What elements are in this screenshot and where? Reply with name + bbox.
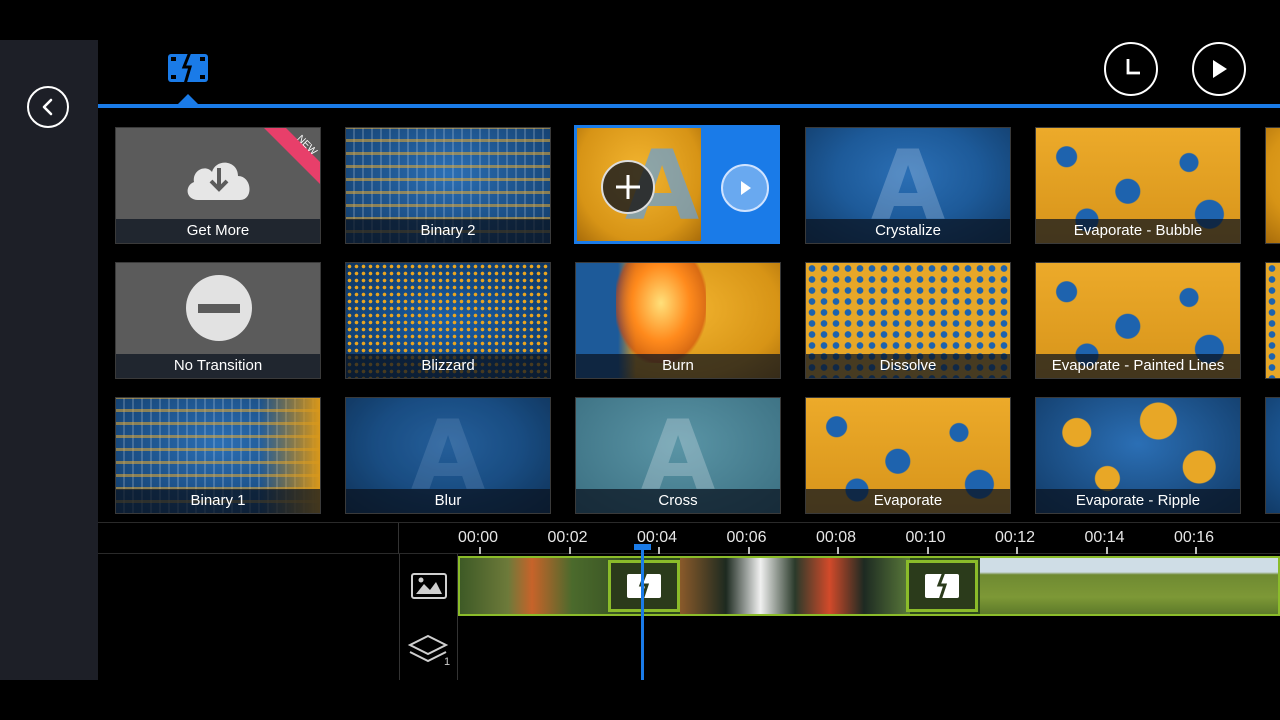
ruler-tick-label: 00:16 (1174, 529, 1215, 546)
clock-icon (1126, 59, 1140, 75)
play-icon (741, 181, 751, 195)
transitions-icon (627, 571, 661, 601)
timeline-ruler[interactable]: 00:00 00:02 00:04 00:06 00:08 00:10 00:12 00:14… (98, 522, 1280, 555)
transitions-icon (168, 51, 208, 85)
tile-label: Blur (346, 489, 550, 513)
transition-marker[interactable] (608, 560, 680, 612)
back-button[interactable] (27, 86, 69, 128)
tile-label: Evaporate - Painted Lines (1036, 354, 1240, 378)
tile-label: No Transition (116, 354, 320, 378)
transition-tile-dissolve[interactable]: Dissolve (805, 262, 1011, 379)
tile-label: Cross (576, 489, 780, 513)
transition-tile-partial[interactable] (1265, 262, 1280, 379)
back-icon (42, 98, 53, 116)
transition-tile-evaporate-painted-lines[interactable]: Evaporate - Painted Lines (1035, 262, 1241, 379)
tile-label: Evaporate (806, 489, 1010, 513)
tab-transitions[interactable] (164, 46, 212, 90)
playhead[interactable] (641, 546, 644, 680)
transition-tile-binary-2[interactable]: Binary 2 (345, 127, 551, 244)
tile-label: Crystalize (806, 219, 1010, 243)
transition-tile-blur[interactable]: A Blur (345, 397, 551, 514)
cloud-download-icon (187, 162, 250, 200)
transition-tile-selected[interactable]: A (574, 125, 780, 244)
preview-transition-button[interactable] (721, 164, 769, 212)
tile-thumbnail (1266, 128, 1280, 243)
video-clip-2[interactable] (680, 558, 910, 614)
tile-label: Get More (116, 219, 320, 243)
track-headers: 1 (399, 554, 458, 680)
ruler-tick-label: 00:00 (458, 529, 499, 546)
transition-tile-evaporate-ripple[interactable]: Evaporate - Ripple (1035, 397, 1241, 514)
transition-tile-binary-1[interactable]: Binary 1 (115, 397, 321, 514)
ruler-tick-label: 00:14 (1084, 529, 1125, 546)
ruler-tick-label: 00:02 (547, 529, 588, 546)
transition-tile-crystalize[interactable]: A Crystalize (805, 127, 1011, 244)
transition-tile-partial[interactable] (1265, 127, 1280, 244)
play-button[interactable] (1192, 42, 1246, 96)
no-transition-icon (186, 275, 252, 341)
tile-thumbnail (1266, 398, 1280, 513)
video-track[interactable] (458, 556, 1280, 616)
transitions-icon (925, 571, 959, 601)
ruler-tick-label: 00:10 (905, 529, 946, 546)
tile-label: Burn (576, 354, 780, 378)
transition-tile-get-more[interactable]: NEW Get More (115, 127, 321, 244)
plus-icon (616, 175, 640, 199)
tile-thumbnail (1266, 263, 1280, 378)
transition-tile-blizzard[interactable]: Blizzard (345, 262, 551, 379)
tile-label: Evaporate - Bubble (1036, 219, 1240, 243)
ruler-tick-label: 00:08 (816, 529, 857, 546)
tile-label: Binary 1 (116, 489, 320, 513)
tile-label: Binary 2 (346, 219, 550, 243)
layer-count: 1 (444, 656, 451, 668)
add-transition-button[interactable] (601, 160, 655, 214)
tile-label: Evaporate - Ripple (1036, 489, 1240, 513)
video-clip-1[interactable] (460, 558, 620, 614)
transition-tile-partial[interactable] (1265, 397, 1280, 514)
left-sidebar (0, 40, 98, 680)
tile-label: Dissolve (806, 354, 1010, 378)
tile-flame (616, 263, 706, 363)
transition-tile-no-transition[interactable]: No Transition (115, 262, 321, 379)
ruler-tick-label: 00:12 (995, 529, 1036, 546)
top-toolbar (98, 40, 1280, 108)
video-clip-3[interactable] (980, 558, 1278, 614)
video-track-icon[interactable] (410, 570, 448, 602)
play-icon (1213, 60, 1227, 78)
ruler-left-blank (98, 523, 399, 555)
timeline-tracks: 1 (98, 554, 1280, 680)
transition-tile-evaporate[interactable]: Evaporate (805, 397, 1011, 514)
tile-label: Blizzard (346, 354, 550, 378)
history-button[interactable] (1104, 42, 1158, 96)
transition-tile-burn[interactable]: Burn (575, 262, 781, 379)
ruler-tick-label: 00:06 (726, 529, 767, 546)
transition-marker[interactable] (906, 560, 978, 612)
transition-tile-evaporate-bubble[interactable]: Evaporate - Bubble (1035, 127, 1241, 244)
transition-grid: NEW Get More Binary 2 A A Crystalize Eva… (98, 108, 1280, 522)
transition-tile-cross[interactable]: A Cross (575, 397, 781, 514)
